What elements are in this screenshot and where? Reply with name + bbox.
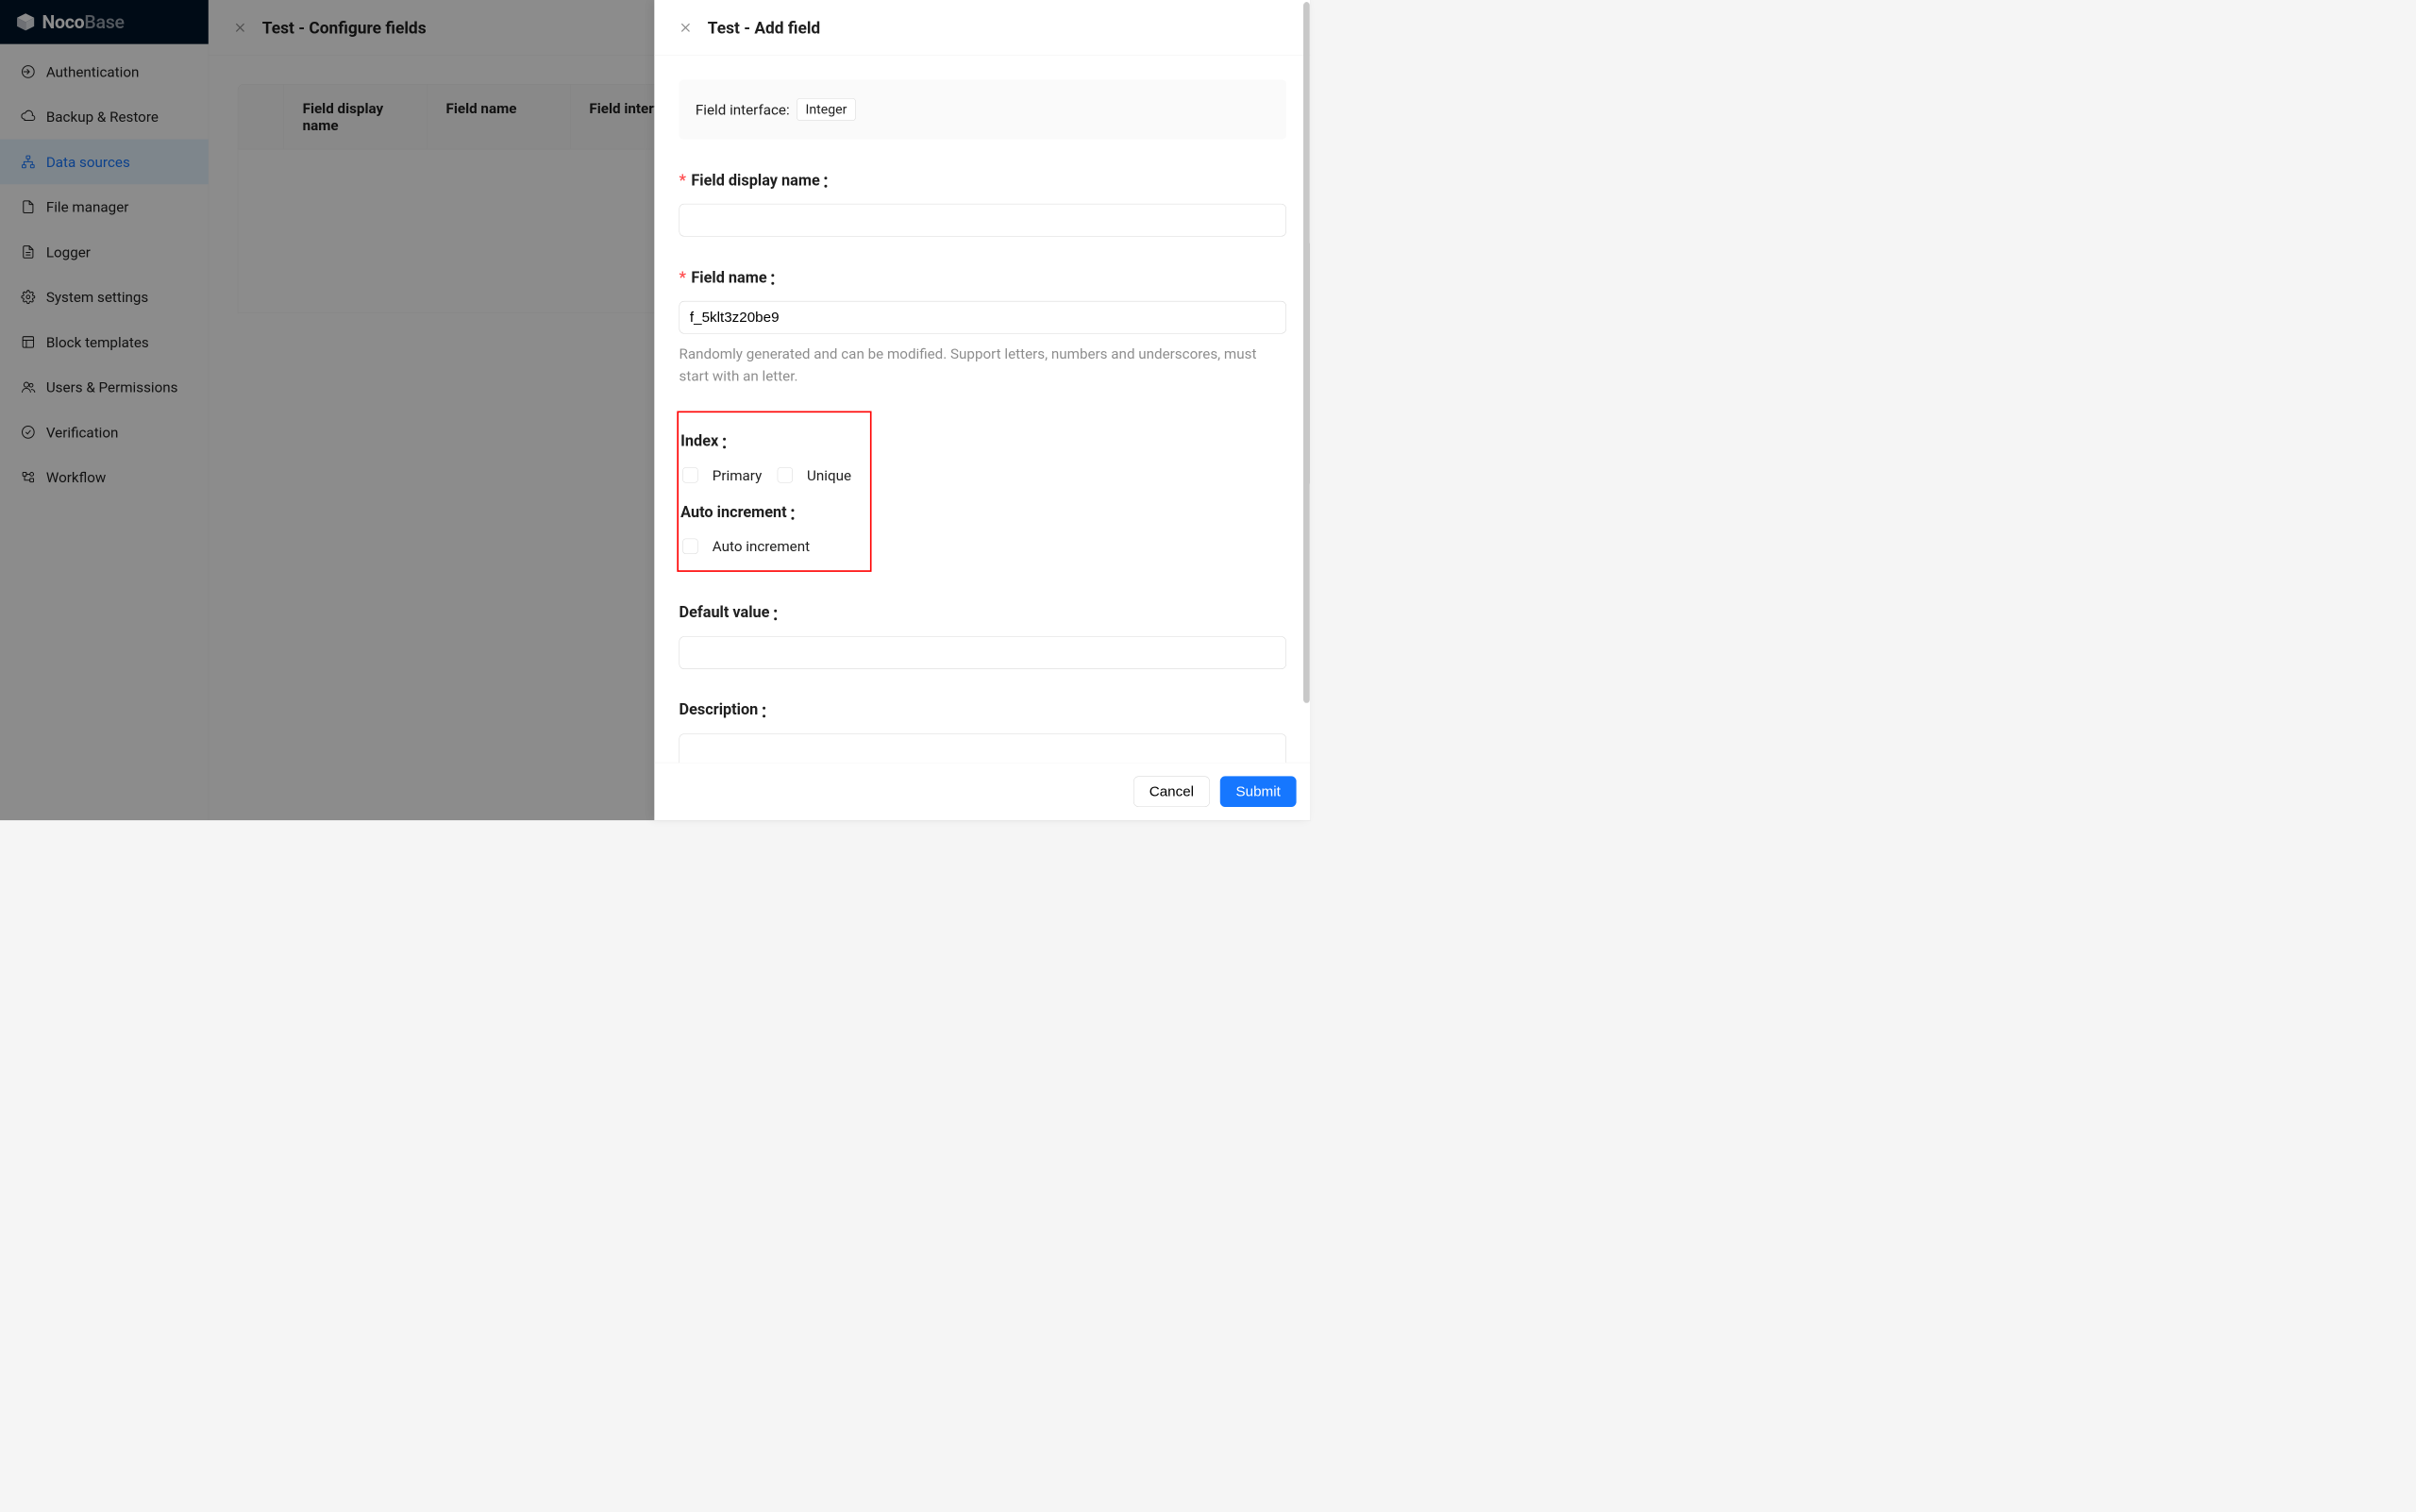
checkbox-row-auto-increment: Auto increment [680, 538, 860, 555]
label-default-value: Default value [679, 601, 1285, 624]
textarea-description[interactable] [679, 733, 1285, 762]
drawer2-footer: Cancel Submit [654, 763, 1310, 820]
label-display-name: * Field display name [679, 169, 1285, 192]
required-mark: * [679, 171, 685, 189]
cancel-button[interactable]: Cancel [1133, 776, 1210, 807]
highlight-box: Index Primary Unique Auto increment Auto… [677, 412, 871, 572]
required-mark: * [679, 269, 685, 287]
form-item-display-name: * Field display name [679, 169, 1285, 237]
submit-button[interactable]: Submit [1220, 776, 1297, 807]
drawer2-body: Field interface: Integer * Field display… [654, 56, 1310, 763]
checkbox-primary-label: Primary [713, 467, 762, 484]
form-item-description: Description [679, 698, 1285, 762]
scrollbar-thumb[interactable] [1303, 2, 1310, 703]
form-item-auto-increment: Auto increment Auto increment [679, 501, 860, 555]
field-interface-value[interactable]: Integer [797, 98, 855, 121]
checkbox-row-index: Primary Unique [680, 467, 860, 484]
form-item-default-value: Default value [679, 601, 1285, 669]
checkbox-unique[interactable] [777, 467, 792, 482]
drawer2-header: Test - Add field [654, 0, 1310, 56]
label-auto-increment: Auto increment [680, 501, 860, 524]
field-interface-box: Field interface: Integer [679, 80, 1285, 140]
label-field-name: * Field name [679, 266, 1285, 289]
label-description: Description [679, 698, 1285, 721]
close-icon[interactable] [678, 20, 693, 35]
input-display-name[interactable] [679, 204, 1285, 237]
checkbox-unique-label: Unique [807, 467, 851, 484]
checkbox-auto-increment[interactable] [682, 539, 697, 554]
drawer2-title: Test - Add field [708, 18, 820, 38]
form-item-index: Index Primary Unique [679, 430, 860, 484]
input-field-name[interactable] [679, 301, 1285, 334]
label-index: Index [680, 430, 860, 453]
scrollbar[interactable] [1303, 2, 1310, 764]
drawer-add-field: Test - Add field Field interface: Intege… [654, 0, 1310, 820]
input-default-value[interactable] [679, 636, 1285, 669]
field-interface-label: Field interface: [696, 101, 790, 118]
help-field-name: Randomly generated and can be modified. … [679, 343, 1285, 387]
checkbox-primary[interactable] [682, 467, 697, 482]
checkbox-auto-increment-label: Auto increment [713, 538, 810, 555]
form-item-field-name: * Field name Randomly generated and can … [679, 266, 1285, 387]
